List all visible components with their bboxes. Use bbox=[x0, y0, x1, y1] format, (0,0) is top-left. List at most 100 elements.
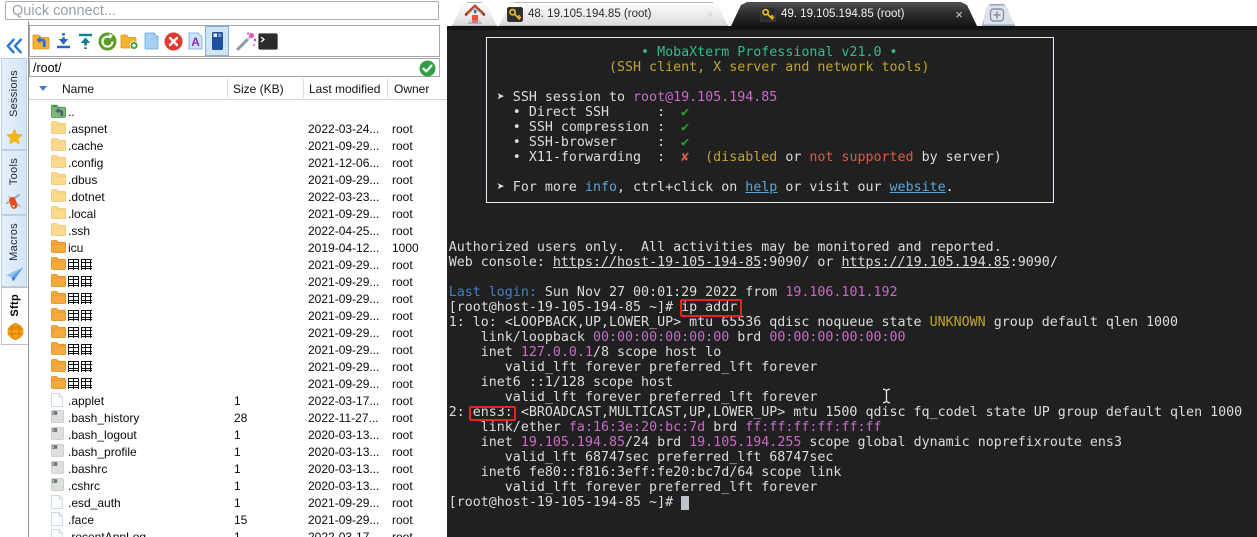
file-owner: root bbox=[392, 495, 413, 510]
new-folder-button[interactable] bbox=[118, 27, 140, 55]
terminal-text-segment: help bbox=[745, 180, 778, 195]
file-row[interactable]: 2021-09-29... root bbox=[29, 324, 447, 341]
file-name: .config bbox=[68, 155, 104, 170]
file-owner: root bbox=[392, 461, 413, 476]
sidebar-tab-macros[interactable]: Macros bbox=[1, 215, 27, 287]
sftp-toolbar: A bbox=[29, 25, 440, 57]
file-row[interactable]: .dotnet 2022-03-23... root bbox=[29, 188, 447, 205]
file-table-header: Name Size (KB) Last modified Owner bbox=[29, 77, 447, 100]
file-row[interactable]: .ssh 2022-04-25... root bbox=[29, 222, 447, 239]
file-owner: root bbox=[392, 478, 413, 493]
terminal-text-segment: fa:16:3e:20:bc:7d bbox=[568, 420, 706, 435]
panel-view-button[interactable] bbox=[205, 26, 229, 56]
terminal-text-segment: or visit our bbox=[777, 180, 890, 195]
paper-plane-icon bbox=[5, 267, 24, 282]
folder-icon bbox=[51, 240, 66, 254]
tab-session-2[interactable]: 49. 19.105.194.85 (root) × bbox=[731, 2, 977, 26]
terminal-text-segment: • SSH compression : bbox=[448, 120, 682, 135]
terminal-text-segment: Authorized users only. All activities ma… bbox=[448, 240, 1002, 255]
delete-button[interactable] bbox=[162, 27, 184, 55]
file-owner: root bbox=[392, 444, 413, 459]
file-row[interactable]: .bash_history 28 2022-11-27... root bbox=[29, 409, 447, 426]
terminal-text-segment: root@19.105.194.85 bbox=[633, 90, 778, 105]
terminal[interactable]: • MobaXterm Professional v21.0 • (SSH cl… bbox=[447, 30, 1257, 537]
svg-text:A: A bbox=[191, 35, 200, 49]
sidebar-tab-sftp[interactable]: Sftp bbox=[1, 287, 28, 345]
file-row[interactable]: .aspnet 2022-03-24... root bbox=[29, 120, 447, 137]
file-row[interactable]: .cshrc 1 2020-03-13... root bbox=[29, 477, 447, 494]
file-owner: root bbox=[392, 376, 413, 391]
file-row[interactable]: 2021-09-29... root bbox=[29, 341, 447, 358]
file-row[interactable]: 2021-09-29... root bbox=[29, 256, 447, 273]
file-row[interactable]: 2021-09-29... root bbox=[29, 307, 447, 324]
file-row[interactable]: .local 2021-09-29... root bbox=[29, 205, 447, 222]
file-row[interactable]: 2021-09-29... root bbox=[29, 273, 447, 290]
file-size: 1 bbox=[234, 529, 241, 537]
file-modified: 2022-11-27... bbox=[308, 410, 379, 425]
file-row[interactable]: .dbus 2021-09-29... root bbox=[29, 171, 447, 188]
file-row[interactable]: .recentAppLog 1 2022-03-17... root bbox=[29, 528, 447, 537]
quick-connect-input[interactable] bbox=[5, 1, 439, 20]
file-name: .cshrc bbox=[68, 478, 101, 493]
terminal-line: inet6 fe80::f816:3eff:fe20:bc7d/64 scope… bbox=[449, 465, 1242, 480]
file-row[interactable]: icu 2019-04-12... 1000 bbox=[29, 239, 447, 256]
magic-wand-button[interactable] bbox=[235, 27, 257, 55]
sidebar-tab-sessions[interactable]: Sessions bbox=[1, 58, 27, 150]
folder-icon bbox=[51, 376, 66, 390]
new-tab-button[interactable] bbox=[982, 4, 1015, 26]
current-path[interactable]: /root/ bbox=[33, 61, 62, 75]
key-icon bbox=[507, 6, 523, 22]
terminal-text-segment: :9090/ bbox=[1009, 255, 1058, 270]
file-owner: root bbox=[392, 393, 413, 408]
file-row[interactable]: .bash_profile 1 2020-03-13... root bbox=[29, 443, 447, 460]
terminal-region: 48. 19.105.194.85 (root) × 49. 19.105.194.… bbox=[447, 0, 1257, 537]
upload-button[interactable] bbox=[74, 27, 96, 55]
file-row[interactable]: .bashrc 1 2020-03-13... root bbox=[29, 460, 447, 477]
file-row[interactable]: .. bbox=[29, 103, 447, 120]
file-row[interactable]: 2021-09-29... root bbox=[29, 358, 447, 375]
terminal-text-segment: 127.0.0.1 bbox=[520, 345, 593, 360]
key-icon bbox=[760, 6, 776, 22]
file-owner: root bbox=[392, 342, 413, 357]
file-row[interactable]: .applet 1 2022-03-17... root bbox=[29, 392, 447, 409]
rename-button[interactable]: A bbox=[184, 27, 206, 55]
file-row[interactable]: .face 15 2021-09-29... root bbox=[29, 511, 447, 528]
sidebar-tab-label: Tools bbox=[8, 158, 20, 186]
terminal-button[interactable] bbox=[257, 27, 279, 55]
file-row[interactable]: .bash_logout 1 2020-03-13... root bbox=[29, 426, 447, 443]
close-tab-icon[interactable]: × bbox=[955, 8, 963, 21]
file-row[interactable]: 2021-09-29... root bbox=[29, 375, 447, 392]
collapse-sidebar-button[interactable] bbox=[4, 37, 25, 55]
file-row[interactable]: .config 2021-12-06... root bbox=[29, 154, 447, 171]
terminal-line: [root@host-19-105-194-85 ~]# bbox=[449, 495, 1242, 510]
mouse-ibeam-cursor bbox=[880, 388, 893, 404]
column-header-owner[interactable]: Owner bbox=[394, 82, 429, 96]
folder-up-button[interactable] bbox=[30, 27, 52, 55]
column-header-modified[interactable]: Last modified bbox=[309, 82, 380, 96]
sort-descending-icon[interactable] bbox=[39, 86, 47, 91]
terminal-text-segment: 1: lo: <LOOPBACK,UP,LOWER_UP> mtu 65536 … bbox=[448, 315, 930, 330]
download-button[interactable] bbox=[52, 27, 74, 55]
close-tab-icon[interactable]: × bbox=[706, 8, 714, 21]
column-header-size[interactable]: Size (KB) bbox=[233, 82, 284, 96]
tab-home[interactable] bbox=[452, 2, 497, 26]
file-row[interactable]: .cache 2021-09-29... root bbox=[29, 137, 447, 154]
column-header-name[interactable]: Name bbox=[62, 82, 94, 96]
annotation-box-ip-addr bbox=[680, 299, 742, 317]
terminal-text-segment: by server) bbox=[913, 150, 1002, 165]
new-file-button[interactable] bbox=[140, 27, 162, 55]
terminal-line: ➤ SSH session to root@19.105.194.85 bbox=[449, 90, 1242, 105]
terminal-text-segment: , ctrl+click on bbox=[617, 180, 746, 195]
file-owner: root bbox=[392, 410, 413, 425]
plus-icon bbox=[989, 8, 1005, 22]
file-row[interactable]: 2021-09-29... root bbox=[29, 290, 447, 307]
file-row[interactable]: .esd_auth 1 2021-09-29... root bbox=[29, 494, 447, 511]
tab-session-1[interactable]: 48. 19.105.194.85 (root) × bbox=[499, 2, 728, 26]
file-name: .aspnet bbox=[68, 121, 108, 136]
sidebar-tab-tools[interactable]: Tools bbox=[1, 150, 27, 215]
refresh-button[interactable] bbox=[96, 27, 118, 55]
terminal-text-segment: or bbox=[777, 150, 810, 165]
